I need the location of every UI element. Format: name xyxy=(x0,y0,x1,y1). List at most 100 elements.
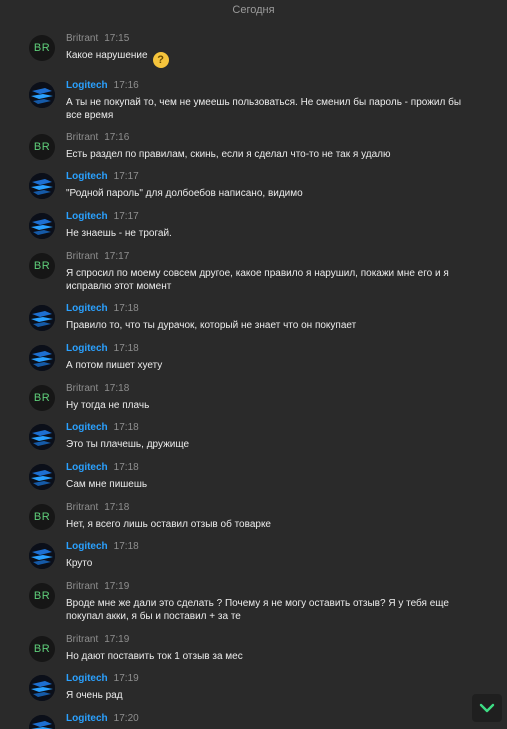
message-time: 17:17 xyxy=(113,211,139,222)
message-text: "Родной пароль" для долбоебов написано, … xyxy=(66,188,303,199)
avatar-logitech[interactable] xyxy=(29,82,55,108)
message-text: Круто xyxy=(66,558,93,569)
author-name[interactable]: Logitech xyxy=(66,343,108,354)
avatar-britrant[interactable]: BR xyxy=(29,134,55,160)
message-text: Нет, я всего лишь оставил отзыв об товар… xyxy=(66,519,271,530)
message: BR Britrant 17:18 Нет, я всего лишь остав… xyxy=(0,502,507,532)
author-name[interactable]: Logitech xyxy=(66,303,108,314)
avatar-logitech[interactable] xyxy=(29,173,55,199)
message-text: Не знаешь - не трогай. xyxy=(66,228,172,239)
message: Logitech 17:18 Сам мне пишешь xyxy=(0,462,507,492)
message-time: 17:17 xyxy=(113,171,139,182)
message-time: 17:16 xyxy=(113,80,139,91)
author-name[interactable]: Logitech xyxy=(66,673,108,684)
avatar-logitech[interactable] xyxy=(29,715,55,729)
logitech-avatar-icon xyxy=(29,715,55,729)
message-header: Britrant 17:17 xyxy=(66,251,129,263)
message-text: Ну тогда не плачь xyxy=(66,400,150,411)
message-header: Logitech 17:17 xyxy=(66,211,139,223)
author-name[interactable]: Logitech xyxy=(66,422,108,433)
message-text: А потом пишет хуету xyxy=(66,360,163,371)
author-name[interactable]: Logitech xyxy=(66,713,108,724)
message-text: Это ты плачешь, дружище xyxy=(66,439,190,450)
message-text: А ты не покупай то, чем не умеешь пользо… xyxy=(66,97,462,121)
author-name[interactable]: Britrant xyxy=(66,383,98,394)
avatar-britrant[interactable]: BR xyxy=(29,504,55,530)
logitech-avatar-icon xyxy=(29,305,55,331)
message-time: 17:18 xyxy=(113,462,139,473)
message-header: Logitech 17:17 xyxy=(66,171,139,183)
message: BR Britrant 17:15 Какое нарушение? xyxy=(0,33,507,68)
message-header: Logitech 17:18 xyxy=(66,303,139,315)
author-name[interactable]: Logitech xyxy=(66,462,108,473)
message-header: Britrant 17:19 xyxy=(66,581,129,593)
message-header: Logitech 17:18 xyxy=(66,541,139,553)
message-time: 17:16 xyxy=(104,132,130,143)
message-header: Logitech 17:20 xyxy=(66,713,139,725)
message-header: Logitech 17:18 xyxy=(66,343,139,355)
avatar-logitech[interactable] xyxy=(29,345,55,371)
message-time: 17:19 xyxy=(104,581,130,592)
message-text: Есть раздел по правилам, скинь, если я с… xyxy=(66,149,391,160)
message-header: Logitech 17:19 xyxy=(66,673,139,685)
logitech-avatar-icon xyxy=(29,213,55,239)
message-time: 17:18 xyxy=(113,343,139,354)
logitech-avatar-icon xyxy=(29,82,55,108)
author-name[interactable]: Logitech xyxy=(66,80,108,91)
avatar-logitech[interactable] xyxy=(29,305,55,331)
message-text: Какое нарушение? xyxy=(66,49,466,68)
message: Logitech 17:18 А потом пишет хуету xyxy=(0,343,507,373)
message-time: 17:19 xyxy=(113,673,139,684)
message-time: 17:18 xyxy=(104,383,130,394)
author-name[interactable]: Britrant xyxy=(66,33,98,44)
message-text: Я очень рад xyxy=(66,690,123,701)
message: Logitech 17:16 А ты не покупай то, чем не… xyxy=(0,80,507,121)
logitech-avatar-icon xyxy=(29,464,55,490)
avatar-britrant[interactable]: BR xyxy=(29,253,55,279)
message: Logitech 17:18 Правило то, что ты дурачок… xyxy=(0,303,507,333)
message: Logitech 17:20 xyxy=(0,713,507,729)
avatar-logitech[interactable] xyxy=(29,543,55,569)
message-time: 17:18 xyxy=(113,303,139,314)
avatar-britrant[interactable]: BR xyxy=(29,636,55,662)
logitech-avatar-icon xyxy=(29,345,55,371)
avatar-logitech[interactable] xyxy=(29,424,55,450)
logitech-avatar-icon xyxy=(29,675,55,701)
avatar-britrant[interactable]: BR xyxy=(29,583,55,609)
message-time: 17:20 xyxy=(113,713,139,724)
message: Logitech 17:17 "Родной пароль" для долбое… xyxy=(0,171,507,201)
message-header: Britrant 17:18 xyxy=(66,383,129,395)
author-name[interactable]: Logitech xyxy=(66,171,108,182)
author-name[interactable]: Britrant xyxy=(66,634,98,645)
avatar-logitech[interactable] xyxy=(29,675,55,701)
chevron-down-icon xyxy=(479,703,495,713)
author-name[interactable]: Logitech xyxy=(66,211,108,222)
message: Logitech 17:18 Круто xyxy=(0,541,507,571)
author-name[interactable]: Britrant xyxy=(66,132,98,143)
author-name[interactable]: Logitech xyxy=(66,541,108,552)
message: Logitech 17:17 Не знаешь - не трогай. xyxy=(0,211,507,241)
author-name[interactable]: Britrant xyxy=(66,581,98,592)
message-header: Britrant 17:16 xyxy=(66,132,129,144)
message-time: 17:18 xyxy=(104,502,130,513)
avatar-logitech[interactable] xyxy=(29,464,55,490)
message-header: Logitech 17:18 xyxy=(66,422,139,434)
author-name[interactable]: Britrant xyxy=(66,251,98,262)
message-time: 17:18 xyxy=(113,422,139,433)
message-header: Britrant 17:15 xyxy=(66,33,129,45)
message-text: Я спросил по моему совсем другое, какое … xyxy=(66,268,449,292)
author-name[interactable]: Britrant xyxy=(66,502,98,513)
scroll-to-bottom-button[interactable] xyxy=(472,694,502,722)
logitech-avatar-icon xyxy=(29,173,55,199)
thinking-face-emoji-icon: ? xyxy=(152,52,169,68)
message-header: Britrant 17:18 xyxy=(66,502,129,514)
message-text-content: Какое нарушение xyxy=(66,50,148,61)
avatar-logitech[interactable] xyxy=(29,213,55,239)
message-header: Britrant 17:19 xyxy=(66,634,129,646)
message-header: Logitech 17:16 xyxy=(66,80,139,92)
message: BR Britrant 17:19 Но дают поставить ток 1… xyxy=(0,634,507,664)
avatar-britrant[interactable]: BR xyxy=(29,35,55,61)
message-time: 17:15 xyxy=(104,33,130,44)
message: BR Britrant 17:16 Есть раздел по правилам… xyxy=(0,132,507,162)
avatar-britrant[interactable]: BR xyxy=(29,385,55,411)
